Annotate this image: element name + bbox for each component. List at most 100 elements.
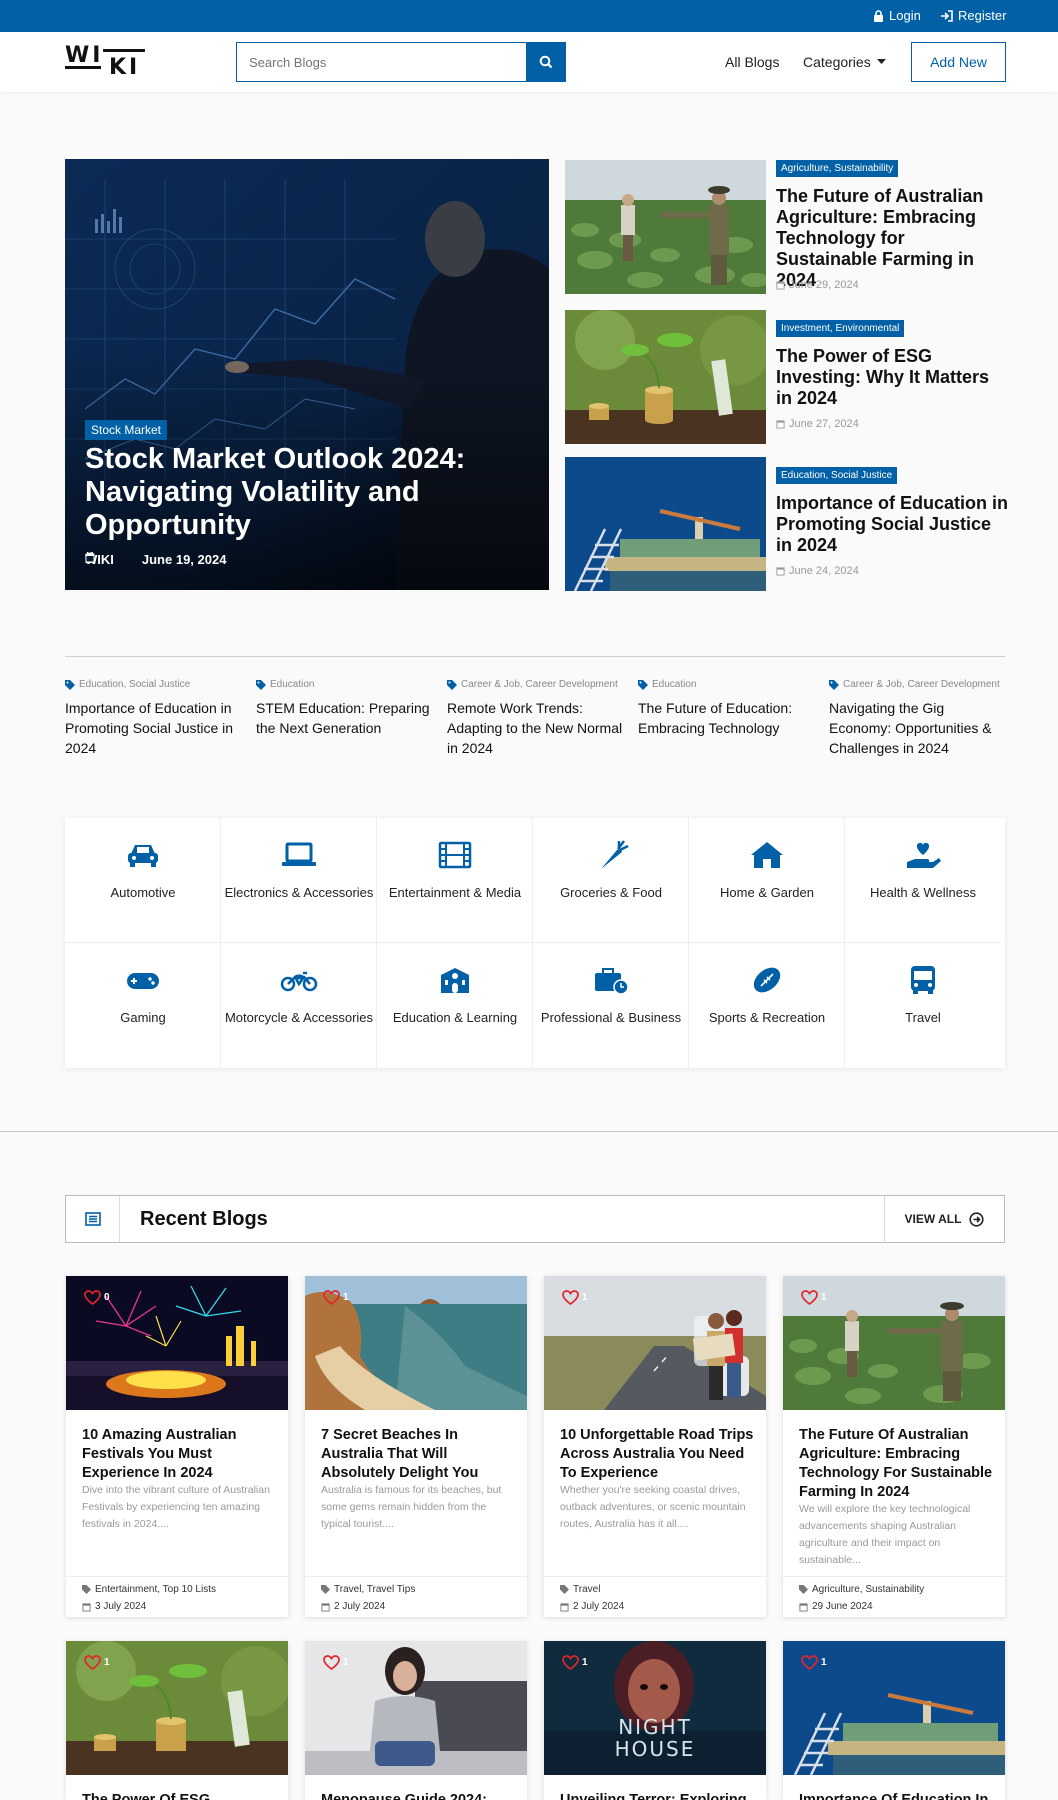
card-title[interactable]: 7 Secret Beaches In Australia That Will … <box>321 1426 516 1483</box>
side-article-title[interactable]: The Power of ESG Investing: Why It Matte… <box>776 346 1008 409</box>
hero-date-text: June 19, 2024 <box>141 552 227 567</box>
category-groceries[interactable]: Groceries & Food <box>533 818 689 943</box>
register-link[interactable]: Register <box>940 8 1006 23</box>
category-sports[interactable]: Sports & Recreation <box>689 943 845 1068</box>
category-gaming[interactable]: Gaming <box>65 943 221 1068</box>
side-article-tag[interactable]: Education, Social Justice <box>776 465 898 484</box>
site-logo[interactable]: WI KI <box>65 45 145 80</box>
calendar-icon <box>776 567 785 576</box>
tag-icon <box>256 679 266 690</box>
like-button[interactable]: 1 <box>562 1290 588 1305</box>
logo-bottom: KI <box>109 55 141 80</box>
view-all-button[interactable]: VIEW ALL <box>884 1196 1004 1242</box>
heart-icon <box>801 1655 818 1670</box>
briefcase-clock-icon <box>595 968 629 995</box>
like-button[interactable]: 0 <box>84 1290 110 1305</box>
category-label: Automotive <box>110 885 176 900</box>
house-icon <box>751 842 783 868</box>
card-categories: Travel <box>573 1584 601 1595</box>
card-title[interactable]: Menopause Guide 2024: <box>321 1791 516 1800</box>
blog-card[interactable]: 1 Importance Of Education In <box>783 1641 1005 1800</box>
side-article-image[interactable] <box>565 160 766 294</box>
card-excerpt: We will explore the key technological ad… <box>799 1503 971 1566</box>
caret-down-icon <box>876 59 886 64</box>
nav-all-blogs[interactable]: All Blogs <box>725 54 779 70</box>
section-divider <box>65 656 1005 657</box>
nav-categories[interactable]: Categories <box>803 54 886 70</box>
card-categories: Entertainment, Top 10 Lists <box>95 1584 216 1595</box>
category-entertainment[interactable]: Entertainment & Media <box>377 818 533 943</box>
hero-title[interactable]: Stock Market Outlook 2024: Navigating Vo… <box>85 443 525 542</box>
calendar-icon <box>85 552 95 563</box>
category-label: Health & Wellness <box>870 885 976 900</box>
arrow-circle-right-icon <box>969 1211 985 1227</box>
card-date: 3 July 2024 <box>95 1601 147 1612</box>
ticker-item[interactable]: Education STEM Education: Preparing the … <box>256 679 436 738</box>
search-input[interactable] <box>236 42 526 82</box>
blog-card[interactable]: 1 The Future Of Australian Agriculture: … <box>783 1276 1005 1617</box>
like-button[interactable]: 1 <box>801 1655 827 1670</box>
side-article-title[interactable]: Importance of Education in Promoting Soc… <box>776 493 1008 556</box>
side-article-image[interactable] <box>565 310 766 444</box>
like-button[interactable]: 1 <box>84 1655 110 1670</box>
like-button[interactable]: 1 <box>562 1655 588 1670</box>
add-new-button[interactable]: Add New <box>911 42 1006 82</box>
tag-icon <box>447 679 457 690</box>
login-link[interactable]: Login <box>873 8 921 23</box>
side-article-tag[interactable]: Investment, Environmental <box>776 318 905 337</box>
card-title[interactable]: 10 Amazing Australian Festivals You Must… <box>82 1426 277 1483</box>
like-count: 1 <box>104 1657 110 1668</box>
category-automotive[interactable]: Automotive <box>65 818 221 943</box>
motorcycle-icon <box>280 971 318 992</box>
category-home-garden[interactable]: Home & Garden <box>689 818 845 943</box>
ticker-item[interactable]: Career & Job, Career Development Navigat… <box>829 679 1009 758</box>
card-date: 29 June 2024 <box>812 1601 873 1612</box>
blog-card[interactable]: 1 10 Unforgettable Road Trips Across Aus… <box>544 1276 766 1617</box>
poster-title-line: HOUSE <box>615 1737 696 1761</box>
sign-in-icon <box>941 9 953 22</box>
search-button[interactable] <box>526 42 566 82</box>
card-title[interactable]: Unveiling Terror: Exploring <box>560 1791 755 1800</box>
category-label: Travel <box>905 1010 941 1025</box>
tag-icon <box>560 1585 569 1594</box>
category-electronics[interactable]: Electronics & Accessories <box>221 818 377 943</box>
blog-card[interactable]: 0 10 Amazing Australian Festivals You Mu… <box>66 1276 288 1617</box>
blog-card[interactable]: NIGHT HOUSE 1 Unveiling Terror: Explorin… <box>544 1641 766 1800</box>
like-button[interactable]: 1 <box>801 1290 827 1305</box>
side-article-date: June 24, 2024 <box>776 565 859 577</box>
poster-title-line: NIGHT <box>618 1715 692 1739</box>
blog-card[interactable]: 1 The Power Of ESG <box>66 1641 288 1800</box>
card-title[interactable]: The Power Of ESG <box>82 1791 277 1800</box>
blog-card[interactable]: 1 Menopause Guide 2024: <box>305 1641 527 1800</box>
heart-icon <box>801 1290 818 1305</box>
ticker-item[interactable]: Education The Future of Education: Embra… <box>638 679 818 738</box>
card-footer: Agriculture, Sustainability 29 June 2024 <box>783 1576 1005 1612</box>
site-header: WI KI All Blogs Categories Add New <box>0 32 1058 92</box>
like-button[interactable]: 1 <box>323 1655 349 1670</box>
category-label: Professional & Business <box>540 1010 682 1025</box>
side-article-tag[interactable]: Agriculture, Sustainability <box>776 158 899 177</box>
login-label: Login <box>889 8 921 23</box>
card-title[interactable]: Importance Of Education In <box>799 1791 994 1800</box>
calendar-icon <box>776 420 785 429</box>
top-bar: Login Register <box>0 0 1058 32</box>
card-title[interactable]: 10 Unforgettable Road Trips Across Austr… <box>560 1426 755 1483</box>
carrot-icon <box>601 840 629 869</box>
category-travel[interactable]: Travel <box>845 943 1001 1068</box>
category-motorcycle[interactable]: Motorcycle & Accessories <box>221 943 377 1068</box>
side-article-image[interactable] <box>565 457 766 591</box>
tag-icon <box>829 679 839 690</box>
ticker-item[interactable]: Education, Social Justice Importance of … <box>65 679 245 758</box>
hero-article[interactable]: Stock Market Stock Market Outlook 2024: … <box>65 159 549 590</box>
ticker-item[interactable]: Career & Job, Career Development Remote … <box>447 679 627 758</box>
category-education[interactable]: Education & Learning <box>377 943 533 1068</box>
side-article-title[interactable]: The Future of Australian Agriculture: Em… <box>776 186 1008 291</box>
category-health[interactable]: Health & Wellness <box>845 818 1001 943</box>
view-all-label: VIEW ALL <box>904 1212 962 1226</box>
blog-card[interactable]: 1 7 Secret Beaches In Australia That Wil… <box>305 1276 527 1617</box>
like-button[interactable]: 1 <box>323 1290 349 1305</box>
category-professional[interactable]: Professional & Business <box>533 943 689 1068</box>
hero-tag[interactable]: Stock Market <box>85 420 168 440</box>
card-title[interactable]: The Future Of Australian Agriculture: Em… <box>799 1426 994 1502</box>
tag-icon <box>82 1585 91 1594</box>
